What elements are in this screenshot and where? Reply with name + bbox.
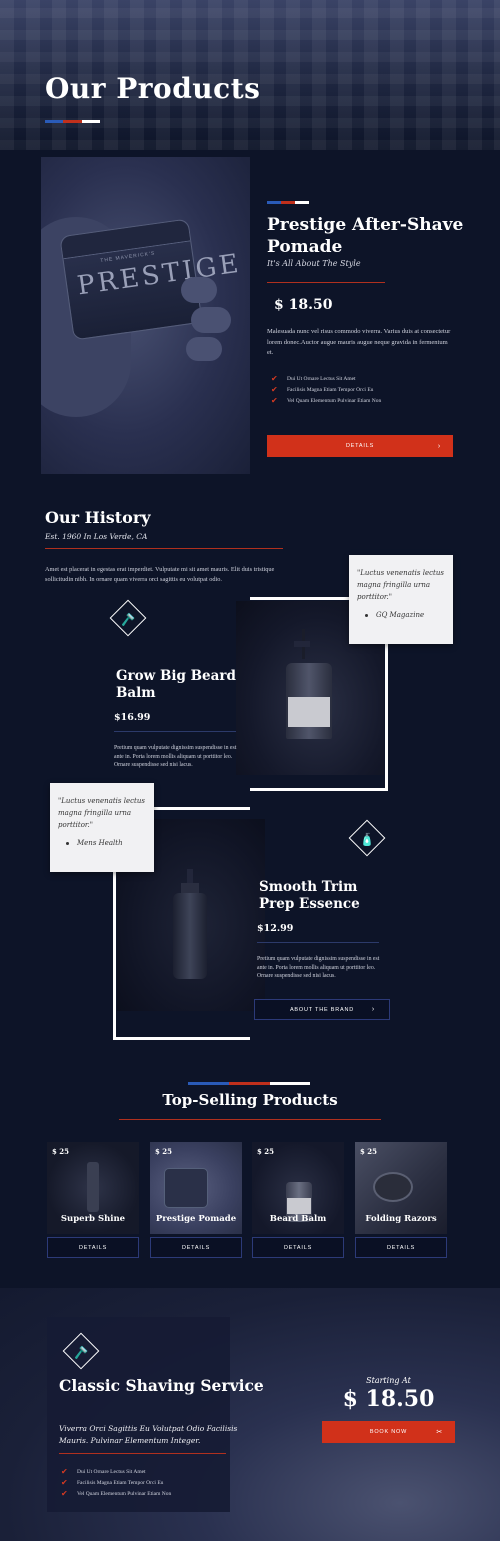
check-icon: ✔ bbox=[271, 396, 278, 405]
product-badge: 🪒 bbox=[109, 599, 147, 637]
check-icon: ✔ bbox=[61, 1489, 68, 1498]
list-item: ✔ Facilisis Magna Etiam Tempor Orci Eu bbox=[61, 1478, 164, 1487]
divider bbox=[257, 942, 379, 943]
testimonial-card: "Luctus venenatis lectus magna fringilla… bbox=[349, 555, 453, 644]
service-price: $ 18.50 bbox=[342, 1386, 435, 1412]
service-check-list: ✔ Dui Ut Ornare Lectus Sit Amet ✔ Facilisi… bbox=[61, 1466, 171, 1499]
history-description: Amet est placerat in egestas erat imperd… bbox=[45, 566, 275, 583]
product-card[interactable]: $ 25 Beard Balm bbox=[252, 1142, 344, 1234]
product-description: Pretium quam vulputate dignissim suspend… bbox=[114, 745, 237, 768]
about-brand-button[interactable]: ABOUT THE BRAND › bbox=[254, 999, 390, 1020]
red-divider bbox=[45, 548, 283, 549]
product-badge: 🧴 bbox=[348, 819, 386, 857]
tricolor-divider bbox=[45, 120, 100, 123]
product-card[interactable]: $ 25 Prestige Pomade bbox=[150, 1142, 242, 1234]
list-item: ✔ Dui Ut Ornare Lectus Sit Amet bbox=[61, 1467, 146, 1476]
product-title: Smooth Trim Prep Essence bbox=[259, 879, 360, 912]
feature-check-list: ✔ Dui Ut Ornare Lectus Sit Amet ✔ Facilisi… bbox=[271, 373, 381, 406]
feature-product-price: $ 18.50 bbox=[274, 297, 333, 313]
red-divider bbox=[267, 282, 385, 283]
check-icon: ✔ bbox=[271, 385, 278, 394]
product-price: $12.99 bbox=[257, 923, 294, 934]
product-price: $16.99 bbox=[114, 712, 151, 723]
list-item: ✔ Dui Ut Ornare Lectus Sit Amet bbox=[271, 374, 356, 383]
red-divider bbox=[119, 1119, 381, 1120]
red-divider bbox=[59, 1453, 226, 1454]
details-button[interactable]: DETAILS bbox=[355, 1237, 447, 1258]
product-card[interactable]: $ 25 Folding Razors bbox=[355, 1142, 447, 1234]
testimonial-card: "Luctus venenatis lectus magna fringilla… bbox=[50, 783, 154, 872]
check-icon: ✔ bbox=[271, 374, 278, 383]
list-item: ✔ Vel Quam Elementum Pulvinar Etiam Non bbox=[61, 1489, 172, 1498]
razor-icon: 🪒 bbox=[120, 612, 136, 627]
starting-label: Starting At bbox=[366, 1376, 411, 1385]
list-item: ✔ Vel Quam Elementum Pulvinar Etiam Non bbox=[271, 396, 382, 405]
prestige-product-image: THE MAVERICK'S PRESTIGE bbox=[41, 157, 250, 474]
service-title: Classic Shaving Service bbox=[59, 1376, 264, 1395]
straight-razor-icon: 🪒 bbox=[73, 1345, 89, 1360]
product-card[interactable]: $ 25 Superb Shine bbox=[47, 1142, 139, 1234]
feature-product-title: Prestige After-Shave Pomade bbox=[267, 215, 464, 257]
check-icon: ✔ bbox=[61, 1478, 68, 1487]
chevron-right-icon: › bbox=[437, 442, 441, 450]
page-title: Our Products bbox=[45, 72, 261, 105]
tricolor-divider bbox=[267, 201, 309, 204]
feature-product-subtitle: It's All About The Style bbox=[267, 259, 361, 268]
tricolor-divider bbox=[188, 1082, 310, 1085]
product-title: Grow Big Beard Balm bbox=[116, 668, 236, 701]
chevron-right-icon: › bbox=[371, 1006, 375, 1013]
shaving-brush-icon: 🧴 bbox=[359, 832, 375, 847]
history-title: Our History bbox=[45, 508, 151, 527]
details-button[interactable]: DETAILS bbox=[150, 1237, 242, 1258]
book-now-button[interactable]: BOOK NOW ✂ bbox=[322, 1421, 455, 1443]
product-description: Pretium quam vulputate dignissim suspend… bbox=[257, 956, 380, 979]
feature-details-button[interactable]: DETAILS › bbox=[267, 435, 453, 457]
history-subtitle: Est. 1960 In Los Verde, CA bbox=[45, 532, 148, 541]
list-item: ✔ Facilisis Magna Etiam Tempor Orci Eu bbox=[271, 385, 374, 394]
pomade-jar: THE MAVERICK'S PRESTIGE bbox=[59, 218, 243, 341]
details-button[interactable]: DETAILS bbox=[252, 1237, 344, 1258]
top-selling-title: Top-Selling Products bbox=[162, 1091, 338, 1109]
check-icon: ✔ bbox=[61, 1467, 68, 1476]
details-button[interactable]: DETAILS bbox=[47, 1237, 139, 1258]
service-subtitle: Viverra Orci Sagittis Eu Volutpat Odio F… bbox=[59, 1424, 238, 1445]
feature-product-description: Malesuada nunc vel risus commodo viverra… bbox=[267, 328, 451, 356]
scissors-icon: ✂ bbox=[436, 1429, 443, 1436]
divider bbox=[114, 731, 236, 732]
